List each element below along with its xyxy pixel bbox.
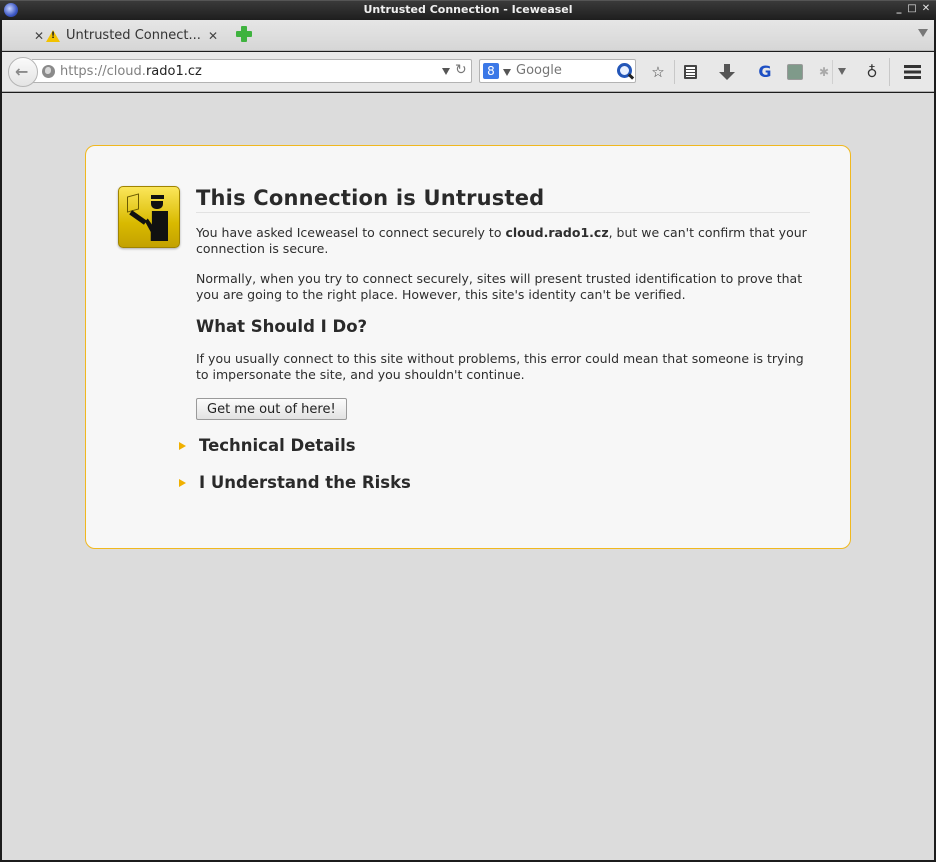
toolbar-separator xyxy=(674,60,675,84)
toolbar-separator xyxy=(832,60,833,84)
hamburger-menu-button[interactable] xyxy=(902,62,922,82)
error-title: This Connection is Untrusted xyxy=(196,186,810,213)
search-magnifier-icon[interactable] xyxy=(617,63,632,78)
navigation-toolbar: https://cloud.rado1.cz ↻ ← 8 ☆ G ✱ ♁ xyxy=(2,52,934,92)
minimize-button[interactable]: _ xyxy=(893,3,905,14)
google-addon-icon[interactable]: G xyxy=(755,62,775,82)
officer-arm-shape xyxy=(129,210,147,225)
site-identity-globe-icon[interactable] xyxy=(42,65,55,78)
browser-window: Untrusted Connection - Iceweasel _ □ ✕ ✕… xyxy=(0,0,936,862)
intro-prefix: You have asked Iceweasel to connect secu… xyxy=(196,225,506,240)
list-all-tabs-chevron-down-icon[interactable] xyxy=(918,29,928,37)
officer-head-shape xyxy=(151,201,163,209)
addon-bug-icon[interactable]: ✱ xyxy=(814,62,834,82)
officer-body-shape xyxy=(145,211,168,241)
get-me-out-button[interactable]: Get me out of here! xyxy=(196,398,347,420)
url-host: rado1.cz xyxy=(145,64,202,79)
certificate-document-shape xyxy=(127,193,139,213)
reading-list-button[interactable] xyxy=(680,62,700,82)
error-explanation-text: Normally, when you try to connect secure… xyxy=(196,271,803,302)
tab-mute-close-icon[interactable]: ✕ xyxy=(34,29,44,43)
addon-dropdown-chevron-icon[interactable] xyxy=(838,68,846,75)
bookmarks-list-icon xyxy=(683,65,697,79)
warning-icon xyxy=(46,30,60,42)
tab-label: Untrusted Connect... xyxy=(66,28,201,43)
google-search-engine-icon[interactable]: 8 xyxy=(483,63,499,79)
search-bar: 8 xyxy=(479,59,636,83)
understand-risks-label: I Understand the Risks xyxy=(199,473,411,492)
bookmark-star-icon[interactable]: ☆ xyxy=(648,62,668,82)
close-window-button[interactable]: ✕ xyxy=(920,3,932,14)
back-arrow-icon: ← xyxy=(15,62,29,81)
title-bar: Untrusted Connection - Iceweasel _ □ ✕ xyxy=(0,0,936,20)
tab-untrusted-connection[interactable]: ✕ Untrusted Connect... ✕ xyxy=(30,24,226,49)
expander-triangle-icon xyxy=(179,479,186,487)
hamburger-menu-icon xyxy=(903,65,921,79)
addon-lamp-icon[interactable]: ♁ xyxy=(862,62,882,82)
evernote-button[interactable] xyxy=(785,62,805,82)
reload-icon[interactable]: ↻ xyxy=(455,62,467,78)
downloads-button[interactable] xyxy=(717,62,737,82)
intro-host: cloud.rado1.cz xyxy=(505,225,609,240)
expander-triangle-icon xyxy=(179,442,186,450)
tab-close-icon[interactable]: ✕ xyxy=(208,29,218,43)
what-should-i-do-heading: What Should I Do? xyxy=(196,317,368,336)
officer-cap-shape xyxy=(151,195,164,199)
url-scheme: https://cloud. xyxy=(60,64,146,79)
search-input[interactable] xyxy=(516,63,611,78)
page-content: This Connection is Untrusted You have as… xyxy=(2,93,934,860)
search-engine-dropdown-icon[interactable] xyxy=(503,69,511,76)
window-title: Untrusted Connection - Iceweasel xyxy=(363,3,573,16)
url-text[interactable]: https://cloud.rado1.cz xyxy=(60,64,202,79)
advice-text: If you usually connect to this site with… xyxy=(196,351,804,382)
evernote-icon xyxy=(787,64,803,80)
error-page-container: This Connection is Untrusted You have as… xyxy=(85,145,851,549)
new-tab-plus-icon[interactable] xyxy=(236,26,252,42)
certificate-officer-icon xyxy=(118,186,180,248)
technical-details-label: Technical Details xyxy=(199,436,356,455)
download-arrow-icon xyxy=(719,64,735,80)
url-history-dropdown-icon[interactable] xyxy=(442,68,450,75)
url-bar[interactable]: https://cloud.rado1.cz ↻ xyxy=(32,59,472,83)
toolbar-separator xyxy=(889,58,890,86)
back-button[interactable]: ← xyxy=(8,57,38,87)
error-intro-text: You have asked Iceweasel to connect secu… xyxy=(196,225,816,257)
maximize-button[interactable]: □ xyxy=(906,3,918,14)
tab-strip: ✕ Untrusted Connect... ✕ xyxy=(2,20,934,51)
